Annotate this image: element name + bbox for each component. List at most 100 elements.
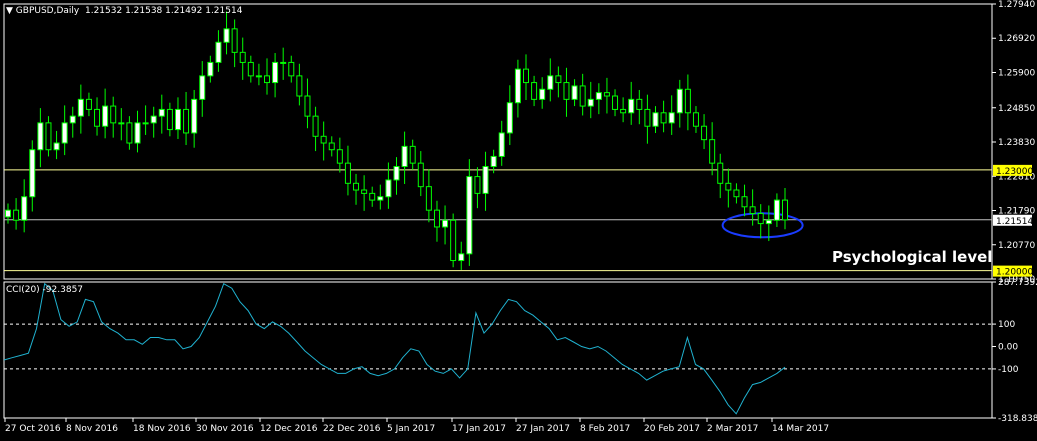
candle-body — [765, 219, 772, 225]
chart-title: ▼ GBPUSD,Daily 1.21532 1.21538 1.21492 1… — [6, 6, 242, 16]
candle-body — [417, 162, 424, 188]
cci-title: CCI(20) -92.3857 — [6, 285, 84, 295]
candle-body — [29, 149, 36, 198]
candle-body — [409, 145, 416, 164]
candle-body — [142, 122, 149, 125]
time-tick-label: 14 Mar 2017 — [772, 424, 829, 434]
candle-body — [312, 115, 319, 137]
candle-body — [304, 95, 311, 117]
candle-body — [628, 98, 635, 114]
candle-body — [442, 219, 449, 228]
candle-body — [547, 75, 554, 90]
candle-body — [474, 176, 481, 194]
price-tick-label: 1.27940 — [998, 0, 1035, 10]
candle-body — [523, 68, 529, 84]
candlestick-series — [5, 11, 788, 270]
candle-body — [579, 85, 586, 107]
candle-body — [183, 108, 190, 134]
symbol-label: GBPUSD,Daily — [15, 6, 80, 16]
candle-body — [239, 51, 246, 63]
candle-body — [69, 115, 76, 124]
price-tick-label: 1.20770 — [998, 241, 1035, 251]
candle-body — [280, 61, 287, 64]
candle-body — [773, 199, 780, 221]
price-axis: 1.279401.269201.259001.248501.238301.228… — [992, 0, 1035, 285]
candle-body — [401, 145, 408, 168]
candle-body — [207, 61, 214, 77]
ohlc-label: 1.21532 1.21538 1.21492 1.21514 — [84, 6, 243, 16]
candle-body — [603, 92, 610, 97]
candle-body — [514, 68, 521, 104]
candle-body — [110, 105, 117, 124]
candle-body — [684, 88, 691, 114]
time-tick-label: 30 Nov 2016 — [196, 424, 254, 434]
candle-body — [741, 196, 748, 208]
candle-body — [450, 219, 457, 262]
candle-body — [150, 115, 157, 124]
candle-body — [158, 108, 165, 117]
candle-body — [652, 112, 659, 127]
price-tick-label: 1.25900 — [998, 68, 1035, 78]
candle-body — [498, 132, 505, 157]
candle-body — [692, 112, 699, 127]
candle-body — [199, 75, 206, 100]
time-tick-label: 22 Dec 2016 — [323, 424, 381, 434]
candle-body — [264, 75, 270, 84]
annotation-label: Psychological level — [832, 248, 992, 266]
candle-body — [555, 75, 562, 84]
candle-body — [126, 122, 133, 144]
price-tick-label: 1.26920 — [998, 34, 1035, 44]
candle-body — [344, 162, 351, 184]
candle-body — [595, 92, 602, 100]
candle-body — [709, 139, 716, 164]
chart-canvas: Psychological level 287.73921000.00-100-… — [3, 0, 1037, 434]
candle-body — [255, 75, 262, 78]
candle-body — [53, 142, 60, 151]
candle-body — [377, 196, 384, 201]
time-tick-label: 20 Feb 2017 — [644, 424, 700, 434]
cci-tick-label: -100 — [998, 365, 1019, 375]
candle-body — [288, 61, 295, 77]
price-panel: Psychological level — [3, 3, 993, 280]
time-axis: 27 Oct 2016 8 Nov 2016 18 Nov 2016 30 Nov 2… — [4, 418, 829, 434]
candle-body — [717, 162, 724, 184]
time-tick-label: 12 Dec 2016 — [260, 424, 318, 434]
candle-body — [749, 206, 756, 215]
candle-body — [231, 28, 238, 53]
candle-body — [223, 28, 230, 43]
candle-body — [191, 98, 198, 134]
candle-body — [531, 82, 538, 100]
candle-body — [725, 182, 732, 191]
candle-body — [61, 122, 68, 144]
time-tick-label: 2 Mar 2017 — [707, 424, 758, 434]
candle-body — [385, 179, 392, 198]
candle-body — [361, 189, 368, 194]
candle-body — [733, 189, 740, 198]
candle-body — [393, 166, 400, 181]
candle-body — [45, 122, 52, 151]
candle-body — [620, 108, 627, 114]
level-price-label: 1.23000 — [996, 167, 1033, 177]
candle-body — [587, 98, 594, 107]
candle-body — [490, 155, 497, 168]
candle-body — [644, 108, 651, 127]
candle-body — [174, 108, 181, 131]
cci-tick-label: 0.00 — [998, 343, 1018, 353]
candle-body — [85, 98, 92, 110]
candle-body — [166, 108, 173, 131]
time-tick-label: 27 Oct 2016 — [5, 424, 61, 434]
candle-body — [782, 199, 788, 221]
price-tick-label: 1.23830 — [998, 138, 1035, 148]
cci-panel: 287.73921000.00-100-318.8383 — [3, 278, 1037, 424]
candle-body — [21, 196, 28, 221]
candle-body — [118, 122, 125, 125]
candle-body — [539, 88, 546, 100]
price-tick-label: 1.24850 — [998, 104, 1035, 114]
candle-body — [612, 95, 619, 110]
candle-body — [336, 149, 343, 164]
cci-line — [3, 282, 786, 415]
dropdown-icon[interactable]: ▼ — [6, 6, 16, 16]
candle-body — [37, 122, 44, 151]
candle-body — [247, 61, 254, 77]
cci-tick-label: 100 — [998, 320, 1015, 330]
